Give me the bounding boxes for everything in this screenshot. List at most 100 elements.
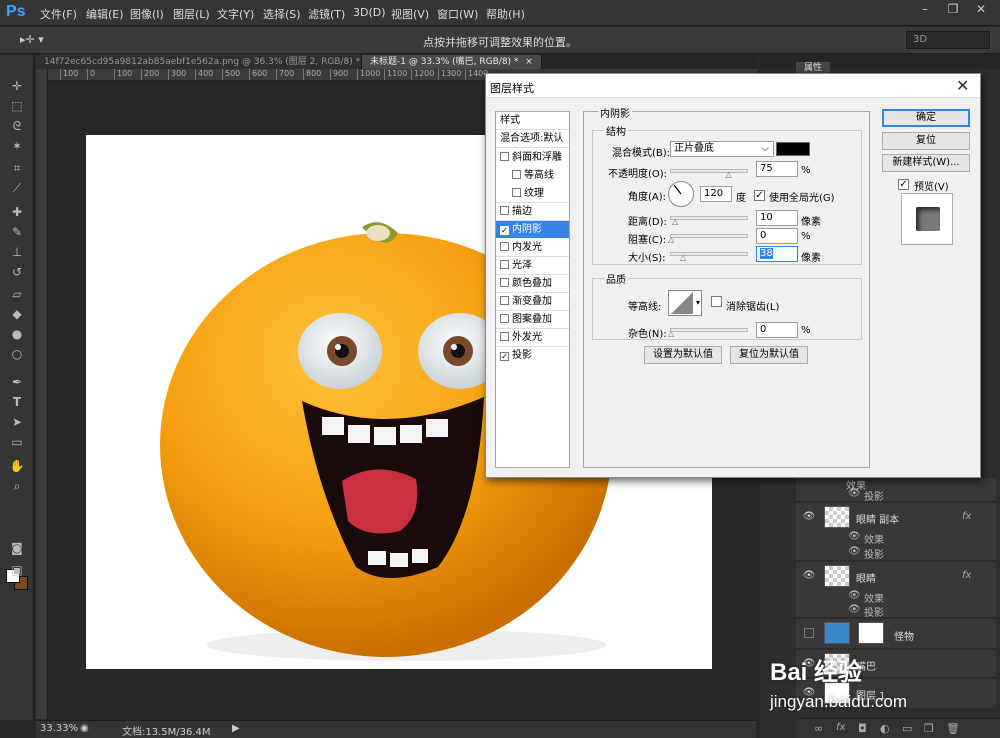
checkbox[interactable] [500, 260, 509, 269]
layer-name[interactable]: 眼睛 [856, 570, 876, 585]
lasso-tool-icon[interactable]: ᘓ [7, 117, 27, 135]
style-bevel-emboss[interactable]: 斜面和浮雕 [496, 149, 569, 166]
layer-fx-icon[interactable]: fx [962, 511, 971, 522]
close-icon[interactable]: ✕ [956, 76, 969, 95]
tab-document-2[interactable]: 未标题-1 @ 33.3% (嘴巴, RGB/8) * × [362, 55, 542, 69]
move-tool-icon[interactable]: ✛ [7, 77, 27, 95]
status-menu-arrow-icon[interactable]: ▶ [232, 723, 240, 734]
choke-slider[interactable] [670, 234, 748, 238]
checkbox[interactable] [512, 188, 521, 197]
choke-slider-knob[interactable]: △ [668, 236, 675, 244]
style-color-overlay[interactable]: 颜色叠加 [496, 275, 569, 292]
paint-bucket-icon[interactable]: ◆ [7, 305, 27, 323]
layer-effect-item[interactable]: 投影 [864, 546, 884, 561]
close-window-icon[interactable]: ✕ [968, 0, 994, 18]
checkbox[interactable] [500, 242, 509, 251]
layer-row[interactable]: 👁 眼睛 fx 👁 效果 👁 投影 [796, 562, 996, 619]
menu-type[interactable]: 文字(Y) [217, 6, 254, 22]
style-contour[interactable]: 等高线 [496, 167, 569, 184]
zoom-level[interactable]: 33.33% [40, 723, 78, 734]
style-satin[interactable]: 光泽 [496, 257, 569, 274]
size-input[interactable]: 38 [756, 246, 798, 262]
distance-slider[interactable] [670, 216, 748, 220]
type-tool-icon[interactable]: T [7, 393, 27, 411]
stamp-tool-icon[interactable]: ⊥ [7, 243, 27, 261]
layer-fx-icon[interactable]: fx [962, 570, 971, 581]
blur-tool-icon[interactable]: ● [7, 325, 27, 343]
global-light-checkbox[interactable]: ✓ [754, 187, 768, 201]
eraser-tool-icon[interactable]: ▱ [7, 285, 27, 303]
style-outer-glow[interactable]: 外发光 [496, 329, 569, 346]
noise-input[interactable]: 0 [756, 322, 798, 338]
layer-effect-item[interactable]: 投影 [864, 488, 884, 503]
layer-effect-item[interactable]: 投影 [864, 604, 884, 619]
checkbox[interactable] [500, 332, 509, 341]
link-layers-icon[interactable]: ∞ [814, 722, 823, 735]
opacity-input[interactable]: 75 [756, 161, 798, 177]
menu-window[interactable]: 窗口(W) [437, 6, 478, 22]
add-mask-icon[interactable]: ◘ [858, 722, 867, 735]
quick-mask-icon[interactable]: ◙ [7, 539, 27, 557]
blend-mode-select[interactable]: 正片叠底 ⌵ [670, 141, 774, 157]
checkbox[interactable] [711, 296, 722, 307]
reset-default-button[interactable]: 复位为默认值 [730, 346, 808, 364]
ok-button[interactable]: 确定 [882, 109, 970, 127]
style-inner-shadow[interactable]: ✓ 内阴影 [496, 221, 569, 238]
minimize-icon[interactable]: – [912, 0, 938, 18]
new-layer-icon[interactable]: ❐ [924, 722, 934, 735]
effect-eye-icon[interactable]: 👁 [848, 488, 861, 499]
blend-options-item[interactable]: 混合选项:默认 [496, 130, 569, 147]
new-style-button[interactable]: 新建样式(W)... [882, 154, 970, 172]
tab-close-icon[interactable]: × [525, 57, 533, 67]
distance-slider-knob[interactable]: △ [672, 218, 679, 226]
tab-document-1[interactable]: 14f72ec65cd95a9812ab85aebf1e562a.png @ 3… [36, 55, 375, 69]
effect-eye-icon[interactable]: 👁 [848, 604, 861, 615]
choke-input[interactable]: 0 [756, 228, 798, 244]
reset-button[interactable]: 复位 [882, 132, 970, 150]
style-texture[interactable]: 纹理 [496, 185, 569, 202]
set-default-button[interactable]: 设置为默认值 [644, 346, 722, 364]
layer-visibility-toggle[interactable] [804, 628, 814, 638]
menu-file[interactable]: 文件(F) [40, 6, 77, 22]
checkbox-checked[interactable]: ✓ [500, 352, 509, 361]
menu-view[interactable]: 视图(V) [391, 6, 429, 22]
style-drop-shadow[interactable]: ✓ 投影 [496, 347, 569, 364]
menu-image[interactable]: 图像(I) [130, 6, 164, 22]
layer-name[interactable]: 眼睛 副本 [856, 511, 899, 526]
effect-eye-icon[interactable]: 👁 [848, 546, 861, 557]
shadow-color-swatch[interactable] [776, 142, 810, 156]
workspace-select[interactable]: 3D [906, 31, 990, 49]
style-inner-glow[interactable]: 内发光 [496, 239, 569, 256]
eyedropper-icon[interactable]: ⟋ [7, 179, 27, 197]
effects-eye-icon[interactable]: 👁 [848, 590, 861, 601]
crop-tool-icon[interactable]: ⌗ [7, 159, 27, 177]
antialias-checkbox[interactable] [711, 296, 725, 309]
dodge-tool-icon[interactable]: ○ [7, 345, 27, 363]
restore-icon[interactable]: ❐ [940, 0, 966, 18]
menu-filter[interactable]: 滤镜(T) [308, 6, 345, 22]
layer-visibility-eye-icon[interactable]: 👁 [802, 570, 816, 581]
checkbox-checked[interactable]: ✓ [500, 226, 509, 235]
style-gradient-overlay[interactable]: 渐变叠加 [496, 293, 569, 310]
noise-slider[interactable] [670, 328, 748, 332]
size-slider-knob[interactable]: △ [680, 254, 687, 262]
add-style-icon[interactable]: fx [836, 722, 845, 733]
distance-input[interactable]: 10 [756, 210, 798, 226]
styles-header[interactable]: 样式 [496, 112, 569, 129]
effects-eye-icon[interactable]: 👁 [848, 531, 861, 542]
rectangle-tool-icon[interactable]: ▭ [7, 433, 27, 451]
checkbox[interactable] [500, 296, 509, 305]
checkbox[interactable] [500, 152, 509, 161]
checkbox-checked[interactable]: ✓ [754, 190, 765, 201]
noise-slider-knob[interactable]: △ [668, 330, 675, 338]
menu-edit[interactable]: 编辑(E) [86, 6, 124, 22]
pen-tool-icon[interactable]: ✒ [7, 373, 27, 391]
brush-tool-icon[interactable]: ✎ [7, 223, 27, 241]
style-pattern-overlay[interactable]: 图案叠加 [496, 311, 569, 328]
angle-input[interactable]: 120 [700, 186, 732, 202]
hand-tool-icon[interactable]: ✋ [7, 457, 27, 475]
layer-visibility-eye-icon[interactable]: 👁 [802, 511, 816, 522]
checkbox[interactable] [500, 278, 509, 287]
history-brush-icon[interactable]: ↺ [7, 263, 27, 281]
style-stroke[interactable]: 描边 [496, 203, 569, 220]
